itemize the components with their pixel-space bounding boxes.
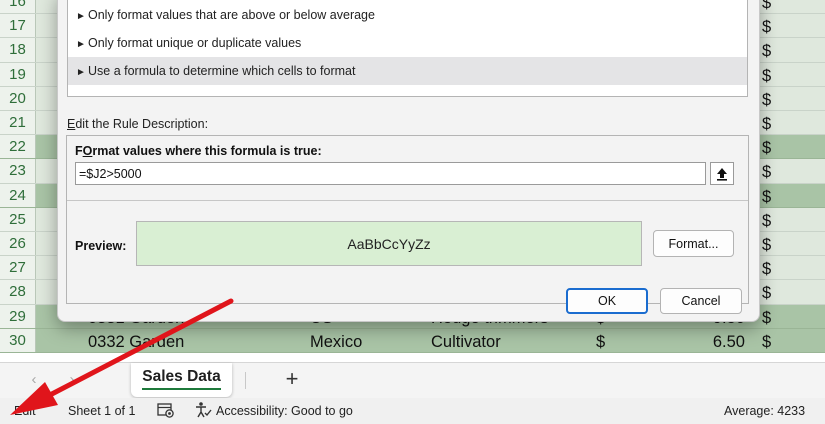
row-header[interactable]: 30	[0, 328, 36, 352]
row-header[interactable]: 24	[0, 183, 36, 207]
sheet-count: Sheet 1 of 1	[68, 404, 136, 418]
description-divider	[67, 200, 748, 201]
rule-type-list[interactable]: ► Only format values that are above or be…	[67, 0, 748, 97]
row-header[interactable]: 18	[0, 38, 36, 62]
row-header[interactable]: 16	[0, 0, 36, 14]
cell-currency[interactable]: $	[762, 159, 771, 182]
rule-bullet-icon: ►	[76, 39, 86, 50]
rule-type-label: Only format unique or duplicate values	[88, 36, 302, 50]
cancel-button[interactable]: Cancel	[660, 288, 742, 314]
next-sheet-icon[interactable]: ›	[62, 370, 82, 390]
row-header[interactable]: 23	[0, 159, 36, 183]
format-button[interactable]: Format...	[653, 230, 734, 257]
edit-rule-description-label: Edit the Rule Description:	[67, 117, 209, 131]
rule-description-panel: FOrmat values where this formula is true…	[66, 135, 749, 304]
cell-currency[interactable]: $	[762, 184, 771, 207]
row-header[interactable]: 25	[0, 207, 36, 231]
cell-currency[interactable]: $	[762, 0, 771, 13]
cell-currency[interactable]: $	[762, 135, 771, 158]
rule-type-item[interactable]: ► Use a formula to determine which cells …	[68, 57, 747, 85]
rule-bullet-icon: ►	[76, 11, 86, 22]
rule-type-item[interactable]: ► Only format values that are above or be…	[68, 1, 747, 29]
row-header[interactable]: 17	[0, 14, 36, 38]
rule-bullet-icon: ►	[76, 67, 86, 78]
row-header[interactable]: 26	[0, 232, 36, 256]
cell-mode-indicator: Edit	[14, 404, 36, 418]
cell-currency[interactable]: $	[762, 256, 771, 279]
cell-currency[interactable]: $	[762, 305, 771, 328]
rule-type-label: Only format values that are above or bel…	[88, 8, 375, 22]
row-header[interactable]: 20	[0, 86, 36, 110]
rule-type-label: Use a formula to determine which cells t…	[88, 64, 356, 78]
new-formatting-rule-dialog: ► Only format values that are above or be…	[57, 0, 760, 322]
ok-button[interactable]: OK	[566, 288, 648, 314]
cell-product[interactable]: Cultivator	[431, 329, 501, 352]
tab-divider	[245, 372, 246, 389]
macro-recording-icon[interactable]	[157, 402, 175, 421]
row-header[interactable]: 28	[0, 280, 36, 304]
row-header[interactable]: 27	[0, 256, 36, 280]
cell-currency[interactable]: $	[762, 14, 771, 37]
rule-type-item[interactable]: ► Only format unique or duplicate values	[68, 29, 747, 57]
prev-sheet-icon[interactable]: ‹	[24, 370, 44, 390]
cell-currency[interactable]: $	[762, 280, 771, 303]
formula-label: FOrmat values where this formula is true…	[75, 144, 322, 158]
collapse-dialog-button[interactable]	[710, 162, 734, 185]
format-preview: AaBbCcYyZz	[136, 221, 642, 266]
preview-label: Preview:	[75, 239, 127, 253]
table-row[interactable]: 30 0332 Garden Mexico Cultivator $6.50 $	[0, 328, 825, 353]
sheet-tab-sales-data[interactable]: Sales Data	[131, 363, 232, 397]
cell-store[interactable]: 0332 Garden	[88, 329, 184, 352]
cell-currency[interactable]: $	[762, 38, 771, 61]
cell-currency[interactable]: $	[762, 111, 771, 134]
row-header[interactable]: 22	[0, 135, 36, 159]
sheet-tab-label: Sales Data	[142, 368, 221, 390]
row-header[interactable]: 19	[0, 62, 36, 86]
cell-currency[interactable]: $	[762, 63, 771, 86]
cell-currency[interactable]: $	[762, 232, 771, 255]
row-header[interactable]: 21	[0, 111, 36, 135]
row-header[interactable]: 29	[0, 304, 36, 328]
upload-arrow-icon	[717, 167, 727, 181]
average-readout: Average: 4233	[724, 404, 806, 418]
accessibility-icon[interactable]	[194, 401, 212, 422]
cell-currency[interactable]: $	[762, 329, 771, 352]
status-bar: Edit Sheet 1 of 1 Accessibility: Good to…	[0, 398, 825, 424]
accessibility-status[interactable]: Accessibility: Good to go	[216, 404, 353, 418]
cell-currency[interactable]: $	[762, 208, 771, 231]
formula-input[interactable]	[75, 162, 706, 185]
add-sheet-icon[interactable]: +	[280, 367, 304, 391]
cell-currency[interactable]: $	[762, 87, 771, 110]
cell-currency[interactable]: $	[596, 329, 605, 352]
cell-amount[interactable]: 6.50	[713, 329, 745, 352]
sheet-tab-bar: ‹ › Sales Data +	[0, 362, 825, 398]
cell-country[interactable]: Mexico	[310, 329, 362, 352]
